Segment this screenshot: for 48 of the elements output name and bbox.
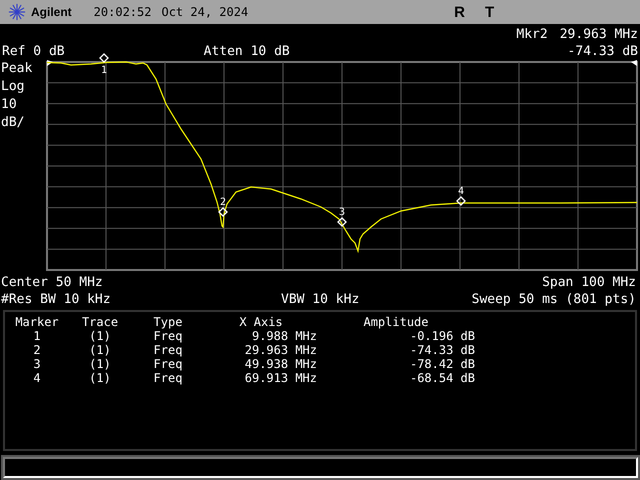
table-cell-text: Freq — [152, 329, 184, 343]
marker-amplitude: -74.33 dB — [568, 43, 638, 60]
column-header: X Axis — [238, 315, 284, 329]
table-cell-text: 3 — [32, 357, 42, 371]
marker-frequency: 29.963 MHz — [560, 26, 638, 43]
marker-number: 3 — [338, 207, 346, 218]
table-cell-text: -78.42 dB — [408, 357, 475, 371]
status-indicator: R — [454, 4, 466, 20]
column-header: Marker — [14, 315, 60, 329]
table-cell-text: -68.54 dB — [408, 371, 475, 385]
table-cell-text: Freq — [152, 371, 184, 385]
date-text: Oct 24, 2024 — [161, 5, 248, 19]
table-cell-text: (1) — [88, 371, 112, 385]
table-cell-text: (1) — [88, 343, 112, 357]
scale-label: 10 — [1, 96, 18, 114]
table-cell-text: 2 — [32, 343, 42, 357]
sweep-time: Sweep 50 ms (801 pts) — [472, 291, 636, 308]
table-cell-text: 69.913 MHz — [244, 371, 317, 385]
reference-level: Ref 0 dB — [2, 43, 65, 60]
marker-number: 1 — [100, 65, 108, 76]
table-cell-text: 4 — [32, 371, 42, 385]
video-bandwidth: VBW 10 kHz — [281, 291, 360, 308]
scale-label: Peak — [1, 60, 34, 78]
scale-label: dB/ — [1, 114, 26, 132]
table-cell-text: 29.963 MHz — [244, 343, 317, 357]
brand-name: Agilent — [31, 5, 72, 19]
clock-time: 20:02:52 — [94, 5, 152, 19]
table-cell-text: -74.33 dB — [408, 343, 475, 357]
column-header: Trace — [80, 315, 120, 329]
center-frequency: Center 50 MHz — [1, 274, 103, 291]
table-cell-text: 1 — [32, 329, 42, 343]
marker-label: Mkr2 — [516, 26, 548, 43]
marker-number: 4 — [458, 186, 464, 197]
frequency-span: Span 100 MHz — [542, 274, 636, 291]
table-cell-text: (1) — [88, 357, 112, 371]
marker-number: 2 — [220, 197, 226, 208]
table-cell-text: 49.938 MHz — [244, 357, 317, 371]
table-cell-text: Freq — [152, 343, 184, 357]
table-cell-text: 9.988 MHz — [250, 329, 317, 343]
attenuation: Atten 10 dB — [204, 43, 291, 60]
resolution-bandwidth: #Res BW 10 kHz — [1, 291, 112, 308]
status-indicator: T — [485, 4, 494, 20]
table-cell-text: Freq — [152, 357, 184, 371]
scale-label: Log — [1, 78, 26, 96]
table-cell-text: (1) — [88, 329, 112, 343]
table-cell-text: -0.196 dB — [408, 329, 475, 343]
column-header: Amplitude — [362, 315, 430, 329]
column-header: Type — [152, 315, 184, 329]
